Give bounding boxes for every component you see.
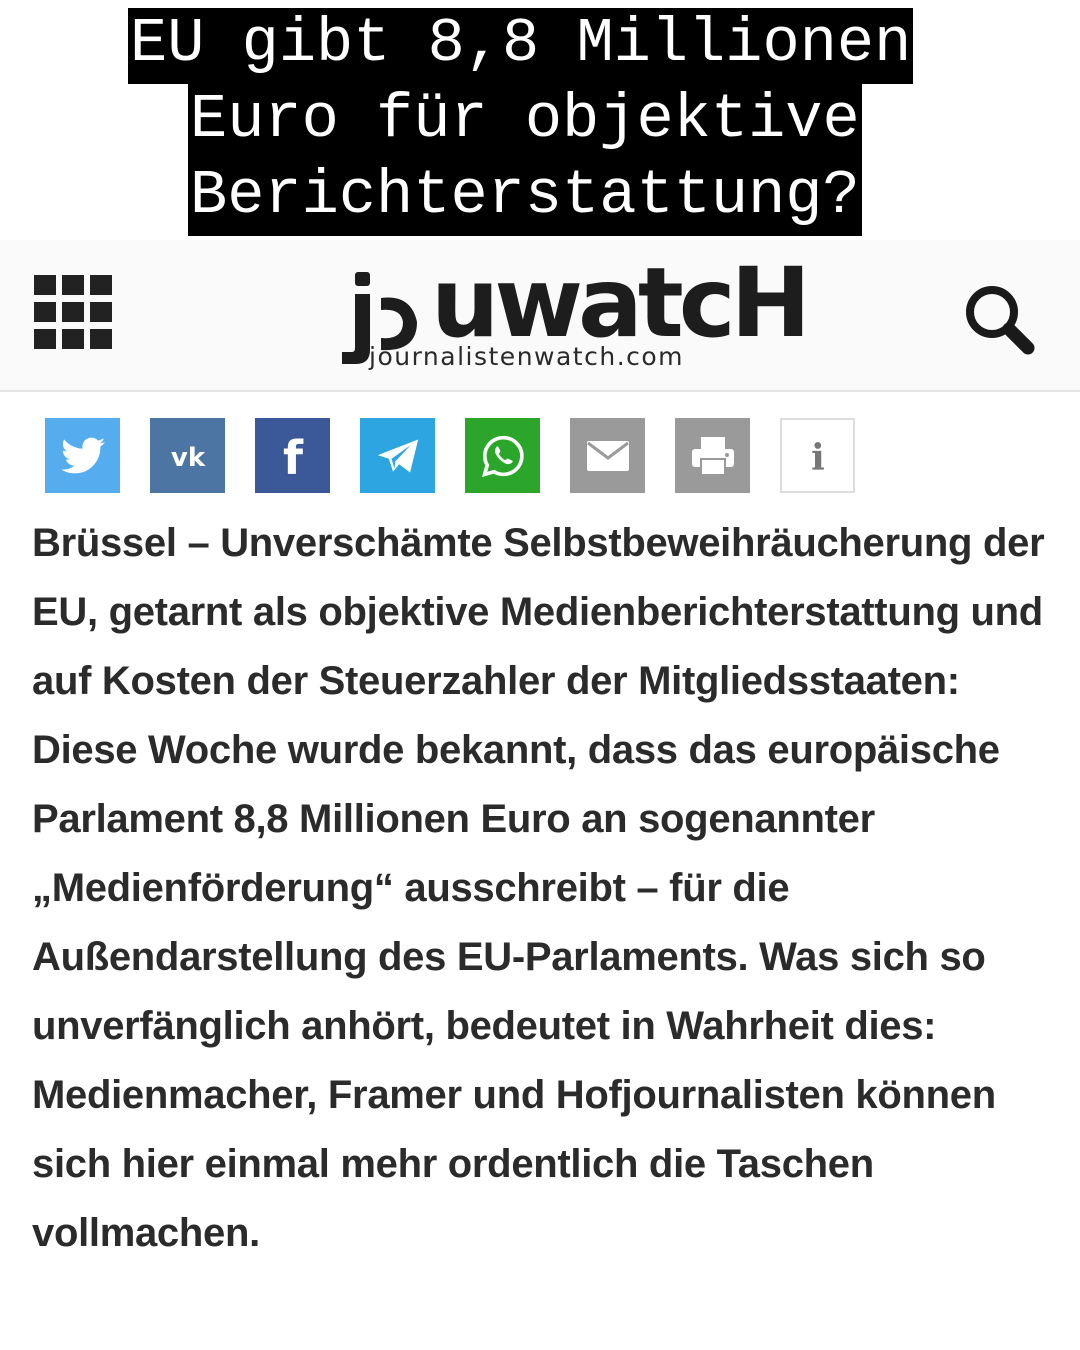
twitter-share-button[interactable] [45,418,120,493]
headline-line-3: Berichterstattung? [188,160,862,236]
site-logo[interactable]: uwatcH journalistenwatch.com [335,248,811,374]
facebook-icon: f [282,432,303,480]
email-share-button[interactable] [570,418,645,493]
grid-menu-icon[interactable] [34,275,112,353]
article-paragraph: Brüssel – Unverschämte Selbstbeweihräuch… [32,521,1045,1255]
headline-overlay: EU gibt 8,8 Millionen Euro für objektive… [0,0,1080,240]
svg-text:f: f [282,432,303,480]
telegram-icon [377,439,418,472]
print-share-button[interactable] [675,418,750,493]
vk-share-button[interactable]: vk [150,418,225,493]
share-buttons: vk f i [45,418,865,494]
site-header: uwatcH journalistenwatch.com [0,240,1080,392]
envelope-icon [586,440,629,471]
vk-icon: vk [170,443,205,471]
info-icon: i [811,437,825,476]
whatsapp-share-button[interactable] [465,418,540,493]
headline-line-2: Euro für objektive [188,84,862,160]
telegram-share-button[interactable] [360,418,435,493]
svg-text:i: i [811,437,825,476]
facebook-share-button[interactable]: f [255,418,330,493]
printer-icon [691,436,734,476]
article-body: Brüssel – Unverschämte Selbstbeweihräuch… [32,509,1062,1268]
search-icon[interactable] [960,280,1040,360]
svg-text:vk: vk [170,443,205,471]
info-button[interactable]: i [780,418,855,493]
headline-line-1: EU gibt 8,8 Millionen [128,8,914,84]
logo-subtitle: journalistenwatch.com [369,342,685,371]
twitter-icon [60,437,105,473]
whatsapp-icon [481,435,524,477]
